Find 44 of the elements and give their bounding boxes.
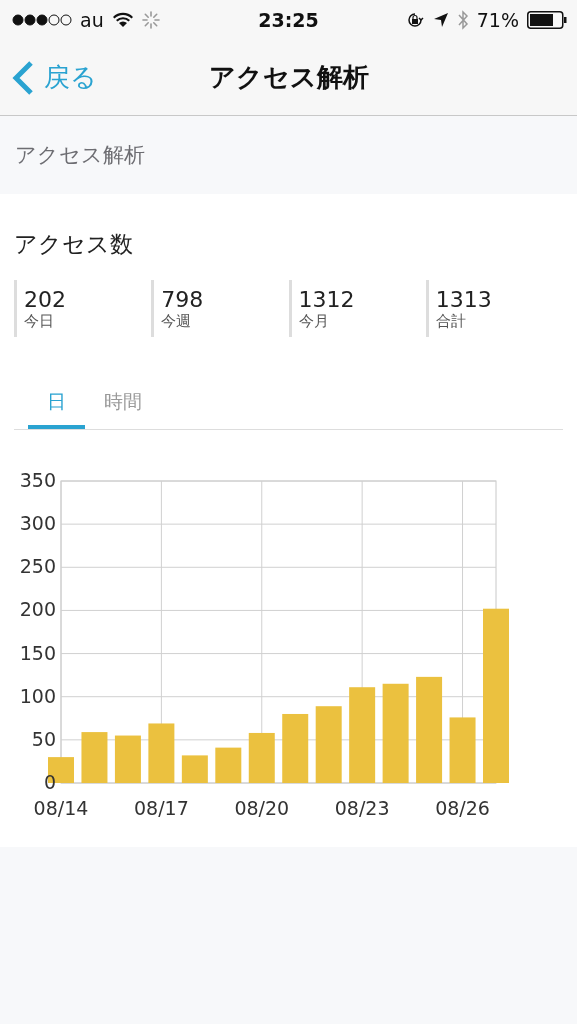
screen-title: アクセス解析 bbox=[207, 61, 370, 94]
clock-time: 23:25 bbox=[257, 9, 320, 31]
x-tick-label: 08/14 bbox=[33, 797, 89, 819]
y-tick-label: 150 bbox=[19, 641, 56, 664]
x-tick-label: 08/20 bbox=[234, 797, 290, 819]
bar bbox=[114, 735, 141, 783]
bar bbox=[248, 732, 275, 783]
signal-icon bbox=[12, 14, 72, 26]
battery-icon bbox=[527, 11, 567, 29]
bar bbox=[181, 755, 208, 783]
location-arrow-icon bbox=[432, 12, 449, 28]
wifi-icon bbox=[111, 12, 134, 28]
y-tick-label: 50 bbox=[31, 727, 56, 750]
spinner-icon bbox=[141, 11, 160, 29]
stat-value: 798 bbox=[161, 286, 205, 312]
stat-label: 今日 bbox=[24, 311, 55, 331]
chevron-left-icon bbox=[12, 59, 34, 96]
tab[interactable]: 時間 bbox=[85, 381, 161, 429]
y-tick-label: 250 bbox=[19, 555, 56, 578]
battery-percent: 71% bbox=[476, 9, 519, 31]
bar bbox=[215, 747, 242, 783]
bar bbox=[449, 717, 476, 783]
stat-label: 今週 bbox=[161, 311, 193, 331]
x-tick-label: 08/26 bbox=[435, 797, 490, 819]
bar bbox=[148, 723, 175, 783]
back-button[interactable]: 戻る bbox=[0, 59, 97, 96]
stat-value: 1313 bbox=[435, 286, 493, 312]
stat-label: 合計 bbox=[435, 311, 467, 331]
y-tick-label: 100 bbox=[19, 684, 56, 707]
section-header: アクセス解析 bbox=[15, 142, 145, 169]
y-tick-label: 300 bbox=[19, 512, 56, 535]
bluetooth-icon bbox=[456, 10, 469, 30]
y-tick-label: 200 bbox=[19, 598, 56, 621]
y-tick-label: 350 bbox=[19, 469, 56, 491]
carrier-name: au bbox=[80, 9, 104, 31]
bar bbox=[282, 713, 309, 783]
stat-label: 今月 bbox=[298, 311, 330, 331]
bar bbox=[81, 732, 108, 783]
stat-value: 1312 bbox=[298, 286, 356, 312]
card-title: アクセス数 bbox=[14, 230, 134, 259]
x-tick-label: 08/23 bbox=[334, 797, 390, 819]
stat-value: 202 bbox=[24, 286, 67, 312]
tab[interactable]: 日 bbox=[28, 381, 85, 429]
x-tick-label: 08/17 bbox=[134, 797, 189, 819]
